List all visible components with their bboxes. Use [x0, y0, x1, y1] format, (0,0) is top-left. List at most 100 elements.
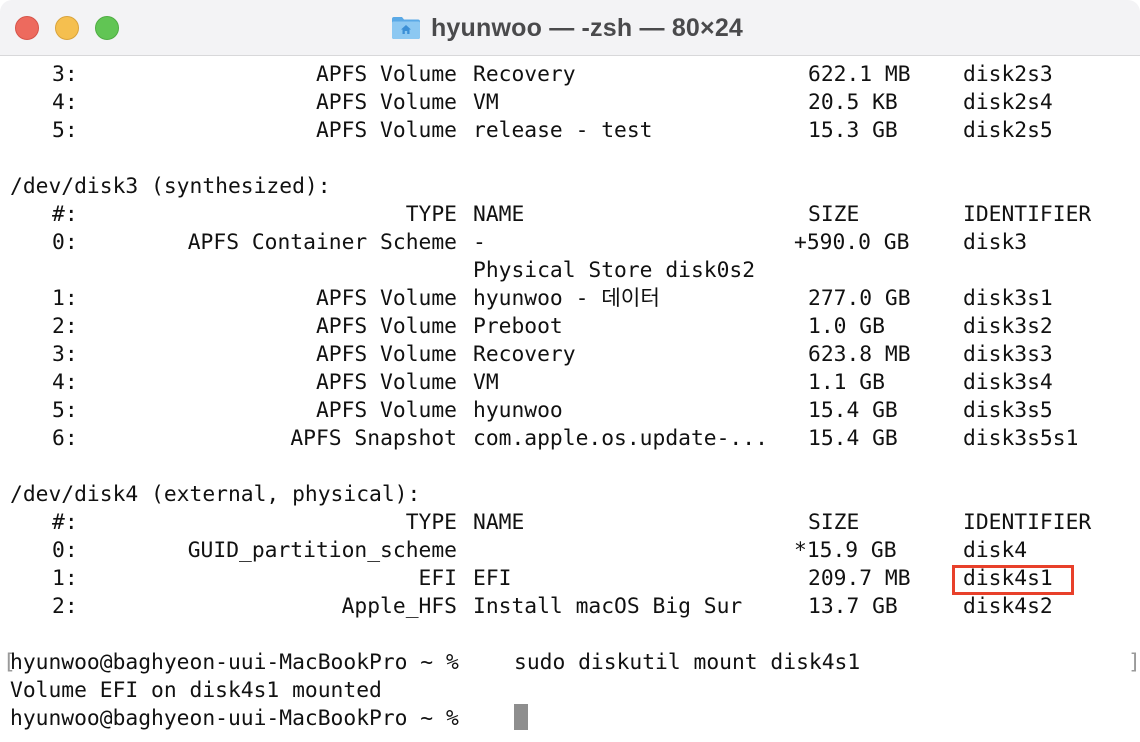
row-name: VM	[473, 90, 499, 115]
row-name: VM	[473, 370, 499, 395]
highlighted-identifier: disk4s1	[963, 566, 1053, 591]
table-row: 4: APFS Volume VM 1.1 GB disk3s4	[10, 369, 1140, 397]
row-identifier: disk3s3	[963, 342, 1053, 367]
row-size: 209.7 MB	[808, 566, 911, 591]
table-row: 5: APFS Volume hyunwoo 15.4 GB disk3s5	[10, 397, 1140, 425]
row-identifier: disk3s4	[963, 370, 1053, 395]
col-identifier: IDENTIFIER	[963, 510, 1092, 535]
row-identifier: disk3s2	[963, 314, 1053, 339]
table-row: 1: EFI EFI 209.7 MB disk4s1	[10, 565, 1140, 593]
row-type: APFS Volume	[315, 342, 457, 367]
output-text: Volume EFI on disk4s1 mounted	[10, 678, 382, 703]
row-identifier: disk3s1	[963, 286, 1053, 311]
col-size: SIZE	[808, 510, 860, 535]
table-row: 5: APFS Volume release - test 15.3 GB di…	[10, 117, 1140, 145]
column-headers: #: TYPE NAME SIZE IDENTIFIER	[10, 201, 1140, 229]
row-identifier: disk2s5	[963, 118, 1053, 143]
row-number: 2:	[52, 594, 78, 619]
row-name: EFI	[473, 566, 512, 591]
col-num: #:	[52, 510, 78, 535]
col-type: TYPE	[405, 510, 457, 535]
col-size: SIZE	[808, 202, 860, 227]
row-number: 4:	[52, 90, 78, 115]
row-number: 0:	[52, 538, 78, 563]
row-type: APFS Volume	[315, 370, 457, 395]
row-size: 622.1 MB	[808, 62, 911, 87]
row-name: hyunwoo - 데이터	[473, 286, 660, 311]
row-number: 1:	[52, 566, 78, 591]
row-number: 3:	[52, 342, 78, 367]
disk3-header: /dev/disk3 (synthesized):	[10, 174, 331, 199]
row-size: 20.5 KB	[808, 90, 898, 115]
row-number: 1:	[52, 286, 78, 311]
row-type: Apple_HFS	[341, 594, 457, 619]
row-type: APFS Volume	[315, 90, 457, 115]
row-name: Install macOS Big Sur	[473, 594, 743, 619]
terminal-window: hyunwoo — -zsh — 80×24 3: APFS Volume Re…	[0, 0, 1140, 742]
row-number: 2:	[52, 314, 78, 339]
table-row: 2: Apple_HFS Install macOS Big Sur 13.7 …	[10, 593, 1140, 621]
col-name: NAME	[473, 510, 525, 535]
table-row: 0: GUID_partition_scheme *15.9 GB disk4	[10, 537, 1140, 565]
row-name: Recovery	[473, 342, 576, 367]
row-name: -	[473, 230, 486, 255]
text-cursor	[514, 704, 528, 733]
row-number: 0:	[52, 230, 78, 255]
row-size: 623.8 MB	[808, 342, 911, 367]
command-line: [ hyunwoo@baghyeon-uui-MacBookPro ~ % su…	[3, 649, 1140, 677]
command-text: sudo diskutil mount disk4s1	[514, 650, 861, 675]
col-type: TYPE	[405, 202, 457, 227]
window-title: hyunwoo — -zsh — 80×24	[430, 13, 744, 42]
prompt: hyunwoo@baghyeon-uui-MacBookPro ~ %	[10, 650, 459, 675]
current-prompt: hyunwoo@baghyeon-uui-MacBookPro ~ %	[10, 706, 459, 731]
row-type: APFS Snapshot	[290, 426, 457, 451]
row-identifier: disk3	[963, 230, 1028, 255]
row-identifier: disk4s2	[963, 594, 1053, 619]
disk4-header: /dev/disk4 (external, physical):	[10, 482, 421, 507]
title-bar[interactable]: hyunwoo — -zsh — 80×24	[0, 0, 1140, 56]
window-title-area: hyunwoo — -zsh — 80×24	[0, 0, 1140, 56]
row-type: APFS Volume	[315, 118, 457, 143]
row-type: APFS Volume	[315, 314, 457, 339]
row-number: 4:	[52, 370, 78, 395]
row-type: APFS Volume	[315, 286, 457, 311]
col-num: #:	[52, 202, 78, 227]
row-type: APFS Volume	[315, 398, 457, 423]
row-size: 13.7 GB	[808, 594, 898, 619]
row-size: 15.4 GB	[808, 426, 898, 451]
row-identifier: disk2s4	[963, 90, 1053, 115]
row-type: APFS Volume	[315, 62, 457, 87]
disk-header: /dev/disk3 (synthesized):	[10, 173, 1140, 201]
row-name: com.apple.os.update-...	[473, 426, 768, 451]
row-size: 1.1 GB	[808, 370, 885, 395]
row-identifier: disk2s3	[963, 62, 1053, 87]
row-number: 5:	[52, 398, 78, 423]
disk-header: /dev/disk4 (external, physical):	[10, 481, 1140, 509]
mark-bracket-right: ]	[1128, 650, 1140, 675]
row-size: 277.0 GB	[808, 286, 911, 311]
table-row: 6: APFS Snapshot com.apple.os.update-...…	[10, 425, 1140, 453]
row-type: APFS Container Scheme	[187, 230, 457, 255]
current-prompt-line[interactable]: hyunwoo@baghyeon-uui-MacBookPro ~ %	[10, 704, 1140, 733]
row-name: Preboot	[473, 314, 563, 339]
command-output: Volume EFI on disk4s1 mounted	[10, 677, 1140, 705]
col-name: NAME	[473, 202, 525, 227]
row-identifier: disk3s5	[963, 398, 1053, 423]
table-row: 3: APFS Volume Recovery 623.8 MB disk3s3	[10, 341, 1140, 369]
row-size: *15.9 GB	[794, 538, 897, 563]
row-number: 3:	[52, 62, 78, 87]
terminal-content[interactable]: 3: APFS Volume Recovery 622.1 MB disk2s3…	[3, 61, 1140, 733]
row-size: +590.0 GB	[794, 230, 910, 255]
row-type: EFI	[418, 566, 457, 591]
table-row: Physical Store disk0s2	[10, 257, 1140, 285]
row-size: 15.3 GB	[808, 118, 898, 143]
table-row: 1: APFS Volume hyunwoo - 데이터 277.0 GB di…	[10, 285, 1140, 313]
row-name: Physical Store disk0s2	[473, 258, 756, 283]
row-name: hyunwoo	[473, 398, 563, 423]
table-row: 2: APFS Volume Preboot 1.0 GB disk3s2	[10, 313, 1140, 341]
column-headers: #: TYPE NAME SIZE IDENTIFIER	[10, 509, 1140, 537]
home-folder-icon	[391, 16, 421, 40]
